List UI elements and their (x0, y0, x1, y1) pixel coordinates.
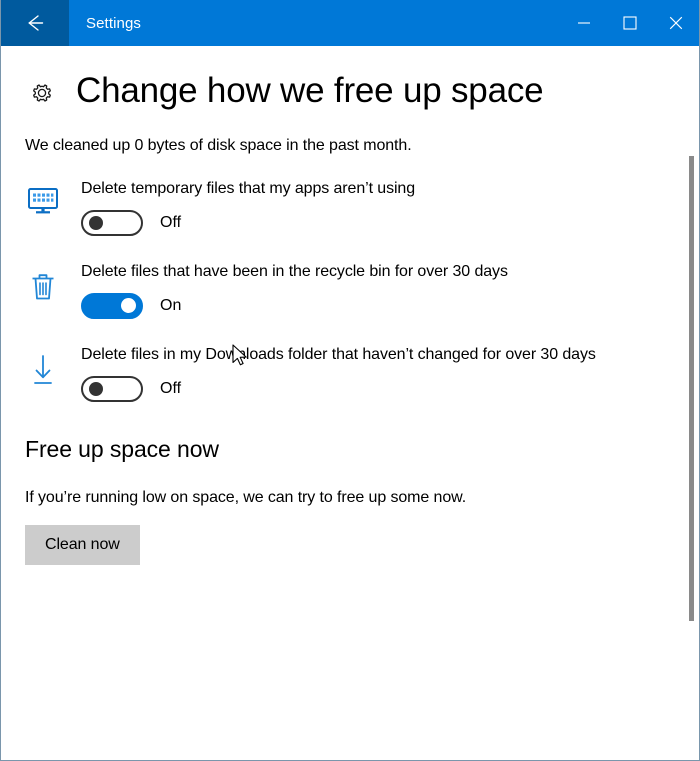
cleanup-summary: We cleaned up 0 bytes of disk space in t… (25, 136, 412, 154)
titlebar-spacer (141, 0, 561, 46)
scrollbar[interactable] (685, 46, 697, 760)
back-arrow-icon (22, 10, 48, 36)
toggle-wrap: Off (81, 376, 699, 403)
maximize-icon (623, 16, 637, 30)
settings-window: Settings Change how we free up space We … (0, 0, 700, 761)
download-arrow-icon (28, 353, 58, 387)
toggle-knob (89, 215, 103, 230)
toggle-knob (89, 382, 103, 397)
content-area: Change how we free up space We cleaned u… (1, 46, 699, 760)
setting-label: Delete files in my Downloads folder that… (81, 345, 596, 363)
settings-list: Delete temporary files that my apps aren… (1, 177, 699, 403)
title-bar: Settings (1, 0, 699, 46)
setting-icon-wrap (23, 343, 63, 387)
monitor-temp-files-icon (27, 187, 59, 215)
toggle-state-label: Off (160, 213, 182, 231)
toggle-downloads[interactable] (81, 376, 143, 403)
toggle-wrap: Off (81, 209, 699, 236)
setting-body: Delete files that have been in the recyc… (63, 260, 699, 319)
close-icon (669, 16, 683, 30)
setting-icon-wrap (23, 260, 63, 302)
toggle-state-label: On (160, 296, 182, 314)
toggle-knob (121, 298, 136, 314)
toggle-recycle-bin[interactable] (81, 292, 143, 319)
setting-label: Delete files that have been in the recyc… (81, 262, 508, 280)
toggle-temp-files[interactable] (81, 209, 143, 236)
toggle-state-label: Off (160, 380, 182, 398)
gear-icon (25, 76, 59, 110)
window-controls (561, 0, 699, 46)
setting-icon-wrap (23, 177, 63, 215)
setting-label: Delete temporary files that my apps aren… (81, 179, 416, 197)
maximize-button[interactable] (607, 0, 653, 46)
toggle-wrap: On (81, 292, 699, 319)
scrollbar-thumb[interactable] (689, 156, 694, 621)
back-button[interactable] (1, 0, 69, 46)
minimize-icon (577, 16, 591, 30)
window-title: Settings (86, 14, 141, 32)
setting-row-downloads: Delete files in my Downloads folder that… (1, 343, 699, 403)
setting-body: Delete files in my Downloads folder that… (63, 343, 699, 403)
close-button[interactable] (653, 0, 699, 46)
free-up-space-description: If you’re running low on space, we can t… (25, 489, 467, 507)
page-title: Change how we free up space (76, 71, 544, 110)
recycle-bin-icon (28, 270, 58, 302)
free-up-space-heading: Free up space now (25, 436, 219, 463)
setting-row-recycle-bin: Delete files that have been in the recyc… (1, 260, 699, 319)
page-header: Change how we free up space (1, 46, 699, 111)
minimize-button[interactable] (561, 0, 607, 46)
setting-row-temp-files: Delete temporary files that my apps aren… (1, 177, 699, 236)
clean-now-button[interactable]: Clean now (25, 525, 140, 566)
setting-body: Delete temporary files that my apps aren… (63, 177, 699, 236)
